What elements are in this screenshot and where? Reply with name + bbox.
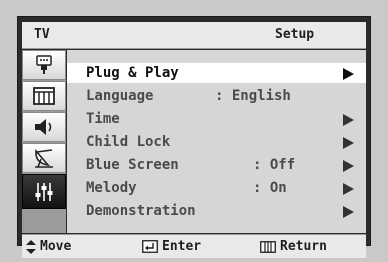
input-icon[interactable] [22, 50, 66, 80]
enter-hint-label: Enter [162, 239, 202, 254]
updown-arrow-icon [26, 239, 36, 254]
submenu-arrow-icon [343, 206, 354, 218]
speaker-icon [35, 119, 52, 135]
submenu-arrow-icon [343, 68, 354, 80]
move-hint-label: Move [40, 239, 72, 254]
menu-item-label: Language [86, 88, 154, 104]
menu-item-value: : On [253, 180, 287, 196]
enter-hint: Enter [142, 239, 201, 254]
satellite-dish-icon [35, 149, 53, 168]
menu-item-label: Plug & Play [86, 65, 179, 81]
move-hint: Move [26, 239, 71, 254]
submenu-arrow-icon [343, 183, 354, 195]
menu-item-melody[interactable]: Melody : On [67, 178, 366, 198]
input-icon-glyph [36, 55, 52, 74]
channel-icon[interactable] [22, 143, 66, 173]
menu-item-label: Demonstration [86, 203, 196, 219]
picture-icon-glyph [33, 87, 55, 105]
menu-item-label: Melody [86, 180, 137, 196]
tv-mode-label: TV [34, 27, 50, 42]
page-title: Setup [275, 27, 315, 42]
menu-item-blue-screen[interactable]: Blue Screen : Off [67, 155, 366, 175]
setup-icon[interactable] [22, 174, 66, 209]
menu-item-label: Blue Screen [86, 157, 179, 173]
submenu-arrow-icon [343, 160, 354, 172]
setup-menu: Plug & Play Language : English Time Chil… [67, 50, 366, 233]
osd-header: TV Setup [22, 22, 366, 49]
menu-item-demonstration[interactable]: Demonstration [67, 201, 366, 221]
menu-item-value: : English [215, 88, 291, 104]
menu-item-label: Child Lock [86, 134, 171, 150]
menu-item-label: Time [86, 111, 120, 127]
sound-icon[interactable] [22, 112, 66, 142]
menu-item-language[interactable]: Language : English [67, 86, 366, 106]
menu-item-child-lock[interactable]: Child Lock [67, 132, 366, 152]
menu-item-plug-and-play[interactable]: Plug & Play [67, 63, 366, 83]
menu-return-icon [260, 240, 276, 253]
submenu-arrow-icon [343, 114, 354, 126]
osd-footer: Move Enter Return [22, 234, 366, 258]
enter-icon [142, 240, 158, 253]
sliders-icon [35, 182, 53, 201]
return-hint: Return [260, 239, 327, 254]
menu-item-value: : Off [253, 157, 296, 173]
menu-category-column [22, 50, 66, 233]
tv-osd-screen: TV Setup Plug & Play Language: English … [0, 0, 388, 262]
submenu-arrow-icon [343, 137, 354, 149]
return-hint-label: Return [280, 239, 327, 254]
menu-item-time[interactable]: Time [67, 109, 366, 129]
picture-icon[interactable] [22, 81, 66, 111]
